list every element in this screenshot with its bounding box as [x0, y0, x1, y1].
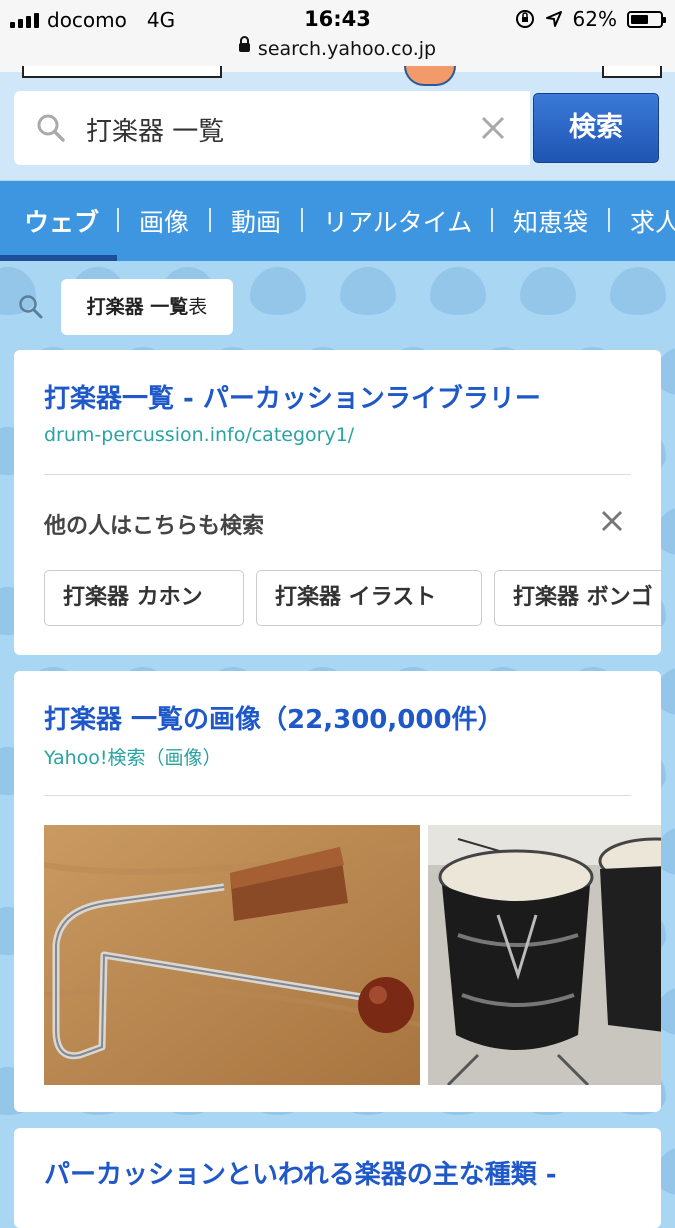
pattern-blob: [610, 267, 666, 315]
pattern-blob: [250, 267, 306, 315]
result-card: パーカッションといわれる楽器の主な種類 -: [14, 1128, 661, 1228]
image-results-title-link[interactable]: 打楽器 一覧の画像（22,300,000件）: [44, 699, 504, 736]
battery-percent: 62%: [572, 7, 617, 31]
status-bar: docomo 4G 16:43 62%: [0, 0, 675, 38]
search-query[interactable]: 打楽器 一覧: [86, 111, 224, 148]
result-card: 打楽器一覧 - パーカッションライブラリー drum-percussion.in…: [14, 350, 661, 655]
related-search-chip[interactable]: 打楽器 一覧表: [61, 279, 233, 335]
also-searched-title: 他の人はこちらも検索: [44, 514, 265, 539]
tab-separator: [209, 208, 211, 232]
tab-realtime[interactable]: リアルタイム: [323, 203, 472, 239]
image-thumbnails: [44, 825, 661, 1085]
battery-icon: [627, 10, 666, 28]
lock-icon: [238, 36, 250, 52]
tab-separator: [608, 208, 610, 232]
tab-chiebukuro[interactable]: 知恵袋: [513, 203, 588, 239]
orientation-lock-icon: [515, 10, 534, 28]
result-url[interactable]: drum-percussion.info/category1/: [44, 424, 354, 446]
search-input[interactable]: 打楽器 一覧: [14, 91, 530, 165]
tab-web[interactable]: ウェブ: [24, 203, 99, 239]
pattern-blob: [520, 267, 576, 315]
image-results-source[interactable]: Yahoo!検索（画像）: [44, 743, 222, 770]
status-right: 62%: [515, 7, 666, 31]
result-title-link[interactable]: 打楽器一覧 - パーカッションライブラリー: [44, 378, 541, 415]
also-searched-chip[interactable]: 打楽器 ボンゴ: [494, 570, 661, 626]
related-search-rest: 表: [188, 296, 208, 318]
tab-images[interactable]: 画像: [139, 203, 189, 239]
tab-separator: [301, 208, 303, 232]
location-arrow-icon: [545, 11, 562, 27]
also-searched-chip[interactable]: 打楽器 イラスト: [256, 570, 482, 626]
search-icon: [37, 114, 65, 142]
also-searched-chips: 打楽器 カホン 打楽器 イラスト 打楽器 ボンゴ: [44, 570, 661, 628]
tab-separator: [491, 208, 493, 232]
clear-icon[interactable]: [480, 115, 506, 141]
pattern-blob: [340, 267, 396, 315]
related-search-bold: 打楽器 一覧: [86, 296, 189, 318]
result-title-link[interactable]: パーカッションといわれる楽器の主な種類 -: [44, 1154, 557, 1191]
also-searched-chip[interactable]: 打楽器 カホン: [44, 570, 244, 626]
search-button[interactable]: 検索: [533, 93, 659, 163]
tab-videos[interactable]: 動画: [231, 203, 281, 239]
tab-jobs[interactable]: 求人: [630, 203, 675, 239]
image-results-card: 打楽器 一覧の画像（22,300,000件） Yahoo!検索（画像）: [14, 671, 661, 1112]
battery-fill: [631, 14, 648, 24]
tab-separator: [117, 208, 119, 232]
close-icon[interactable]: [601, 510, 623, 532]
header-decoration-right: [602, 66, 662, 78]
search-tabs: ウェブ 画像 動画 リアルタイム 知恵袋 求人: [0, 181, 675, 261]
related-search-icon: [19, 295, 43, 319]
divider: [44, 474, 631, 475]
thumbnail-vibraslap-image[interactable]: [44, 825, 420, 1085]
url-text: search.yahoo.co.jp: [257, 38, 437, 60]
header-decoration-left: [22, 66, 222, 78]
divider: [44, 795, 631, 796]
pattern-blob: [430, 267, 486, 315]
thumbnail-conga-image[interactable]: [428, 825, 661, 1085]
